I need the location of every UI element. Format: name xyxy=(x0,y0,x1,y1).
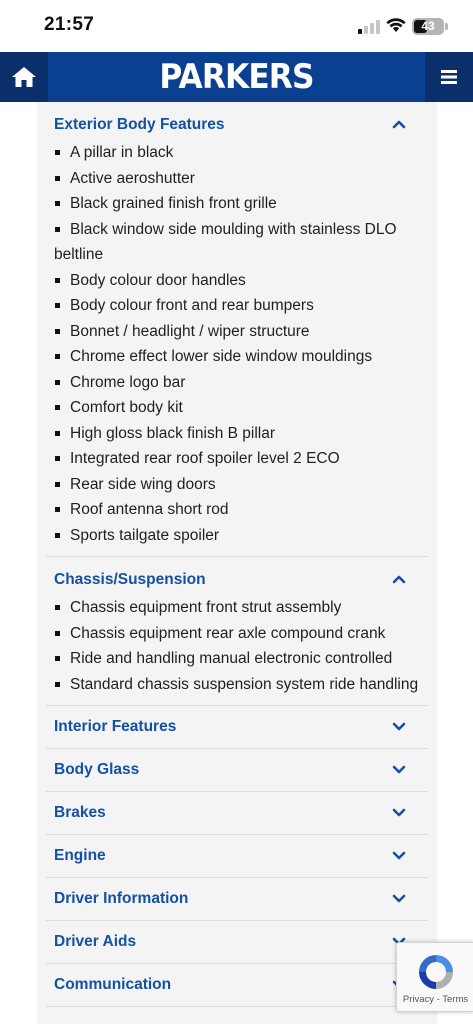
feature-list: A pillar in black Active aeroshutter Black… xyxy=(46,140,428,556)
feature-item: Bonnet / headlight / wiper structure xyxy=(54,319,420,345)
accordion-header[interactable]: Brakes xyxy=(46,792,428,834)
feature-item: Integrated rear roof spoiler level 2 ECO xyxy=(54,446,420,472)
feature-item: Rear side wing doors xyxy=(54,472,420,498)
feature-item: Standard chassis suspension system ride … xyxy=(54,672,420,698)
recaptcha-terms[interactable]: Privacy - Terms xyxy=(397,994,473,1005)
feature-item: Body colour door handles xyxy=(54,268,420,294)
chevron-down-icon[interactable] xyxy=(392,894,406,904)
accordion-title: Driver Information xyxy=(54,890,189,907)
home-button[interactable] xyxy=(0,52,48,102)
brand-logo[interactable]: PARKERS xyxy=(63,52,410,102)
feature-item: Black window side moulding with stainles… xyxy=(54,217,420,268)
feature-item: Chrome effect lower side window moulding… xyxy=(54,344,420,370)
battery-tip xyxy=(445,23,448,30)
accordion-header[interactable]: Engine xyxy=(46,835,428,877)
chevron-up-icon[interactable] xyxy=(392,119,406,129)
chevron-down-icon[interactable] xyxy=(392,808,406,818)
status-bar: 21:57 43 xyxy=(0,0,473,52)
recaptcha-badge[interactable]: Privacy - Terms xyxy=(396,942,473,1012)
chevron-down-icon[interactable] xyxy=(392,722,406,732)
accordion-title: Body Glass xyxy=(54,761,140,778)
accordion-title: Communication xyxy=(54,976,172,993)
hamburger-menu-icon xyxy=(441,70,457,84)
feature-item: Active aeroshutter xyxy=(54,166,420,192)
accordion-title: Engine xyxy=(54,847,106,864)
feature-item: Roof antenna short rod xyxy=(54,497,420,523)
accordion-section: Exterior Body Features A pillar in black A… xyxy=(46,102,428,557)
accordion-header[interactable]: Driver Aids xyxy=(46,921,428,963)
spec-accordion: Exterior Body Features A pillar in black A… xyxy=(46,102,428,1007)
accordion-section: Brakes xyxy=(46,792,428,835)
accordion-section: Communication xyxy=(46,964,428,1007)
accordion-section: Chassis/Suspension Chassis equipment fron… xyxy=(46,557,428,706)
battery-icon: 43 xyxy=(412,18,444,35)
accordion-title: Driver Aids xyxy=(54,933,137,950)
cellular-signal-icon xyxy=(358,20,380,34)
site-header: PARKERS xyxy=(0,52,473,102)
feature-item: Black grained finish front grille xyxy=(54,191,420,217)
wifi-icon xyxy=(386,18,406,32)
chevron-down-icon[interactable] xyxy=(392,765,406,775)
chevron-down-icon[interactable] xyxy=(392,851,406,861)
feature-item: A pillar in black xyxy=(54,140,420,166)
accordion-title: Chassis/Suspension xyxy=(54,571,206,588)
accordion-section: Driver Aids xyxy=(46,921,428,964)
accordion-title: Exterior Body Features xyxy=(54,116,225,133)
accordion-header[interactable]: Interior Features xyxy=(46,706,428,748)
accordion-section: Engine xyxy=(46,835,428,878)
accordion-title: Interior Features xyxy=(54,718,177,735)
feature-item: Chassis equipment rear axle compound cra… xyxy=(54,621,420,647)
accordion-header[interactable]: Driver Information xyxy=(46,878,428,920)
recaptcha-icon xyxy=(419,955,453,989)
accordion-header[interactable]: Communication xyxy=(46,964,428,1006)
accordion-title: Brakes xyxy=(54,804,106,821)
chevron-up-icon[interactable] xyxy=(392,574,406,584)
feature-item: Chassis equipment front strut assembly xyxy=(54,595,420,621)
battery-level: 43 xyxy=(421,19,435,33)
feature-item: Sports tailgate spoiler xyxy=(54,523,420,549)
feature-item: High gloss black finish B pillar xyxy=(54,421,420,447)
feature-item: Body colour front and rear bumpers xyxy=(54,293,420,319)
accordion-section: Body Glass xyxy=(46,749,428,792)
menu-button[interactable] xyxy=(425,52,473,102)
accordion-header[interactable]: Body Glass xyxy=(46,749,428,791)
feature-item: Comfort body kit xyxy=(54,395,420,421)
home-icon xyxy=(12,67,36,87)
status-time: 21:57 xyxy=(44,14,95,35)
accordion-section: Interior Features xyxy=(46,706,428,749)
accordion-section: Driver Information xyxy=(46,878,428,921)
feature-item: Chrome logo bar xyxy=(54,370,420,396)
feature-list: Chassis equipment front strut assembly Ch… xyxy=(46,595,428,705)
feature-item: Ride and handling manual electronic cont… xyxy=(54,646,420,672)
spec-content: Exterior Body Features A pillar in black A… xyxy=(37,102,437,1024)
